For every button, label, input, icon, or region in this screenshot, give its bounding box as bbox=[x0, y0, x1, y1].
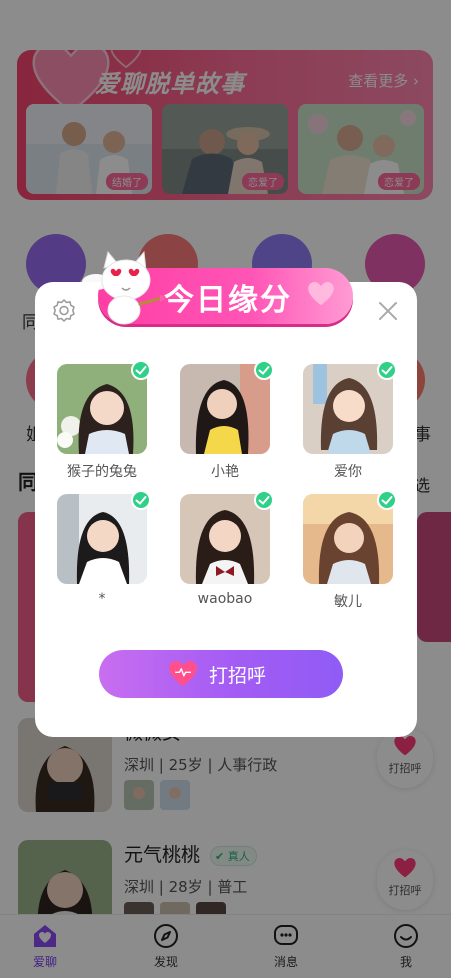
close-icon[interactable] bbox=[377, 300, 399, 322]
heart-icon bbox=[308, 282, 334, 306]
greet-all-button[interactable]: 打招呼 bbox=[99, 650, 343, 698]
candidate-name: 猴子的兔兔 bbox=[67, 464, 137, 480]
selected-check-icon[interactable] bbox=[131, 360, 151, 380]
candidate-card[interactable]: 爱你 bbox=[303, 364, 393, 480]
candidate-card[interactable]: 敏儿 bbox=[303, 494, 393, 610]
candidate-card[interactable]: 小艳 bbox=[180, 364, 270, 480]
selected-check-icon[interactable] bbox=[254, 490, 274, 510]
daily-match-dialog: 猴子的兔兔 小艳 爱你 * waobao 敏儿 打招呼 bbox=[35, 282, 417, 737]
cupid-cat-mascot-icon bbox=[82, 250, 166, 325]
heart-icon bbox=[169, 661, 197, 687]
selected-check-icon[interactable] bbox=[377, 360, 397, 380]
candidate-name: 爱你 bbox=[334, 464, 362, 480]
candidate-name: * bbox=[98, 591, 106, 607]
candidate-name: 小艳 bbox=[211, 464, 239, 480]
candidate-name: 敏儿 bbox=[334, 594, 362, 610]
candidate-card[interactable]: 猴子的兔兔 bbox=[57, 364, 147, 480]
candidate-card[interactable]: waobao bbox=[180, 494, 270, 609]
selected-check-icon[interactable] bbox=[254, 360, 274, 380]
candidate-card[interactable]: * bbox=[57, 494, 147, 609]
selected-check-icon[interactable] bbox=[131, 490, 151, 510]
selected-check-icon[interactable] bbox=[377, 490, 397, 510]
dialog-title: 今日缘分 bbox=[164, 283, 292, 318]
greet-all-label: 打招呼 bbox=[209, 665, 267, 687]
gear-icon[interactable] bbox=[51, 298, 77, 324]
candidate-name: waobao bbox=[197, 591, 253, 607]
